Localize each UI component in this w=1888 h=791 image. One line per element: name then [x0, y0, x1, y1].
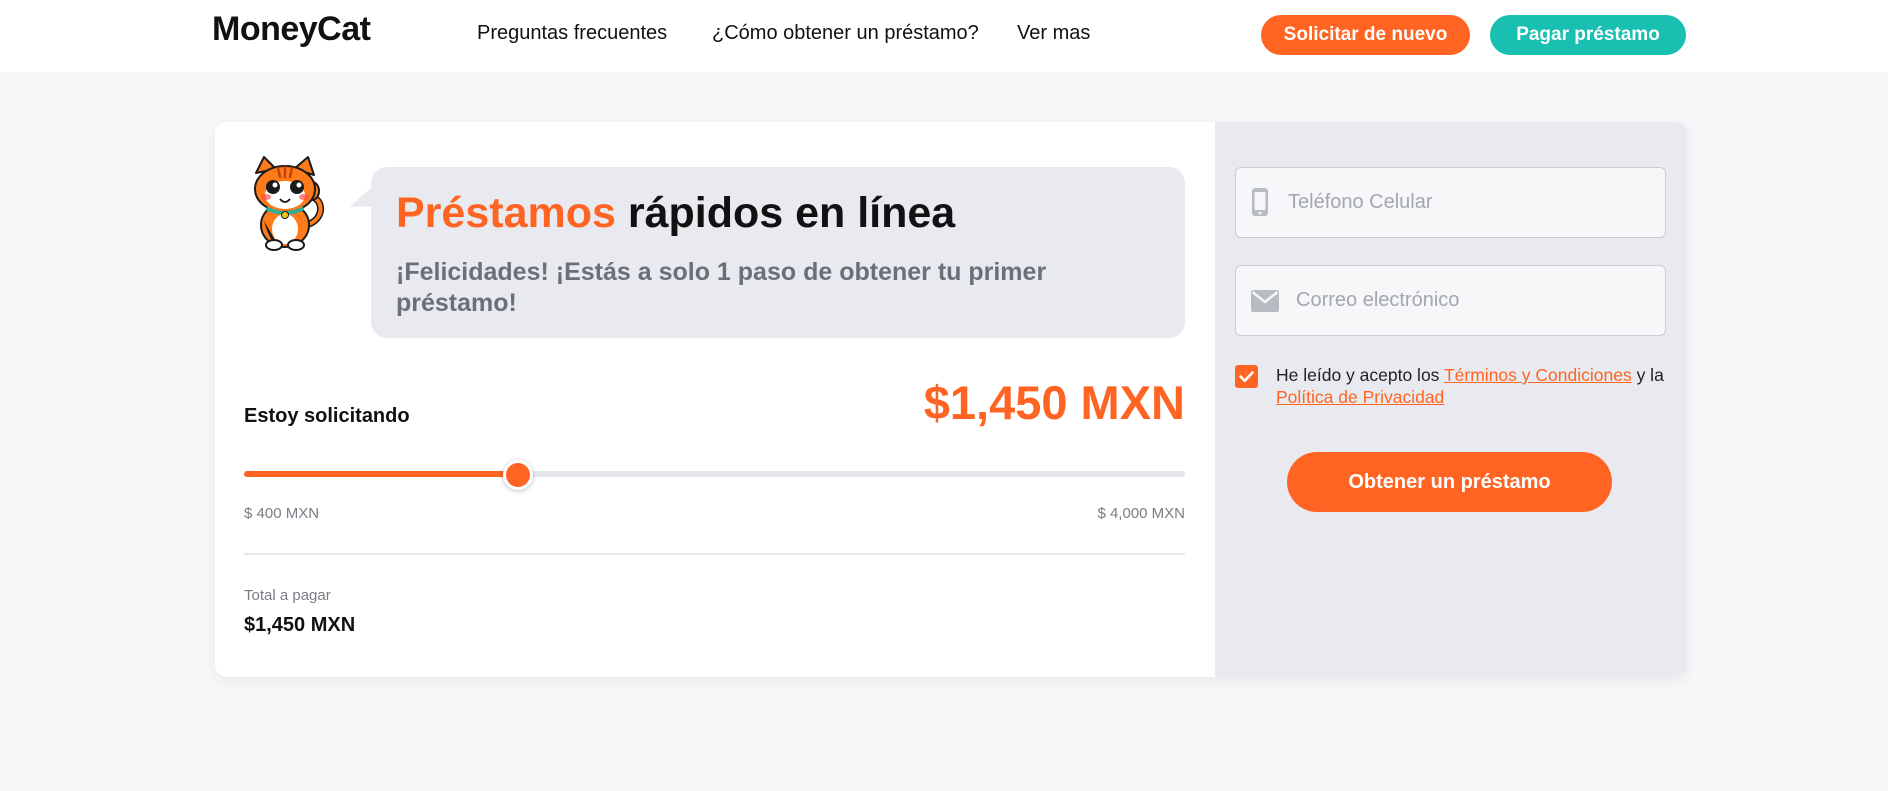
- privacy-link[interactable]: Política de Privacidad: [1276, 387, 1444, 407]
- phone-input[interactable]: [1288, 168, 1648, 236]
- total-label: Total a pagar: [244, 587, 331, 604]
- slider-fill: [244, 471, 519, 477]
- nav-link-see-more[interactable]: Ver mas: [1017, 22, 1090, 45]
- get-loan-button[interactable]: Obtener un préstamo: [1287, 452, 1612, 512]
- envelope-icon: [1251, 290, 1279, 312]
- page-subtitle: ¡Felicidades! ¡Estás a solo 1 paso de ob…: [396, 258, 1047, 317]
- page-title-rest: rápidos en línea: [615, 189, 956, 237]
- slider-max-label: $ 4,000 MXN: [1097, 505, 1185, 522]
- slider-handle[interactable]: [503, 460, 534, 490]
- page-title-accent: Préstamos: [396, 189, 616, 237]
- logo[interactable]: MoneyCat: [212, 10, 371, 49]
- consent-text: He leído y acepto los Términos y Condici…: [1276, 364, 1671, 408]
- site-header: MoneyCat Preguntas frecuentes ¿Cómo obte…: [0, 0, 1888, 72]
- phone-field[interactable]: [1235, 167, 1666, 238]
- loan-calculator-panel: Préstamos rápidos en línea ¡Felicidades!…: [215, 122, 1215, 677]
- checkmark-icon: [1239, 371, 1254, 383]
- pay-loan-button[interactable]: Pagar préstamo: [1490, 15, 1686, 55]
- slider-min-label: $ 400 MXN: [244, 505, 320, 522]
- nav-link-how-to-get-loan[interactable]: ¿Cómo obtener un préstamo?: [712, 22, 979, 45]
- amount-slider[interactable]: [244, 460, 1185, 490]
- loan-card: Préstamos rápidos en línea ¡Felicidades!…: [215, 122, 1687, 677]
- reapply-button[interactable]: Solicitar de nuevo: [1261, 15, 1470, 55]
- total-value: $1,450 MXN: [244, 614, 356, 636]
- requested-amount: $1,450 MXN: [923, 376, 1185, 429]
- phone-icon: [1252, 188, 1268, 216]
- requesting-label: Estoy solicitando: [244, 405, 410, 427]
- page-title: Préstamos rápidos en línea: [396, 189, 955, 238]
- application-form: He leído y acepto los Términos y Condici…: [1215, 122, 1687, 677]
- terms-link[interactable]: Términos y Condiciones: [1444, 365, 1632, 385]
- email-field[interactable]: [1235, 265, 1666, 336]
- nav-link-faq[interactable]: Preguntas frecuentes: [477, 22, 667, 45]
- divider: [244, 553, 1185, 555]
- speech-bubble: Préstamos rápidos en línea ¡Felicidades!…: [371, 167, 1185, 338]
- email-input[interactable]: [1296, 266, 1656, 334]
- cat-mascot-icon: [254, 156, 325, 251]
- consent-middle: y la: [1631, 365, 1664, 385]
- consent-prefix: He leído y acepto los: [1276, 365, 1444, 385]
- consent-checkbox[interactable]: [1235, 365, 1258, 388]
